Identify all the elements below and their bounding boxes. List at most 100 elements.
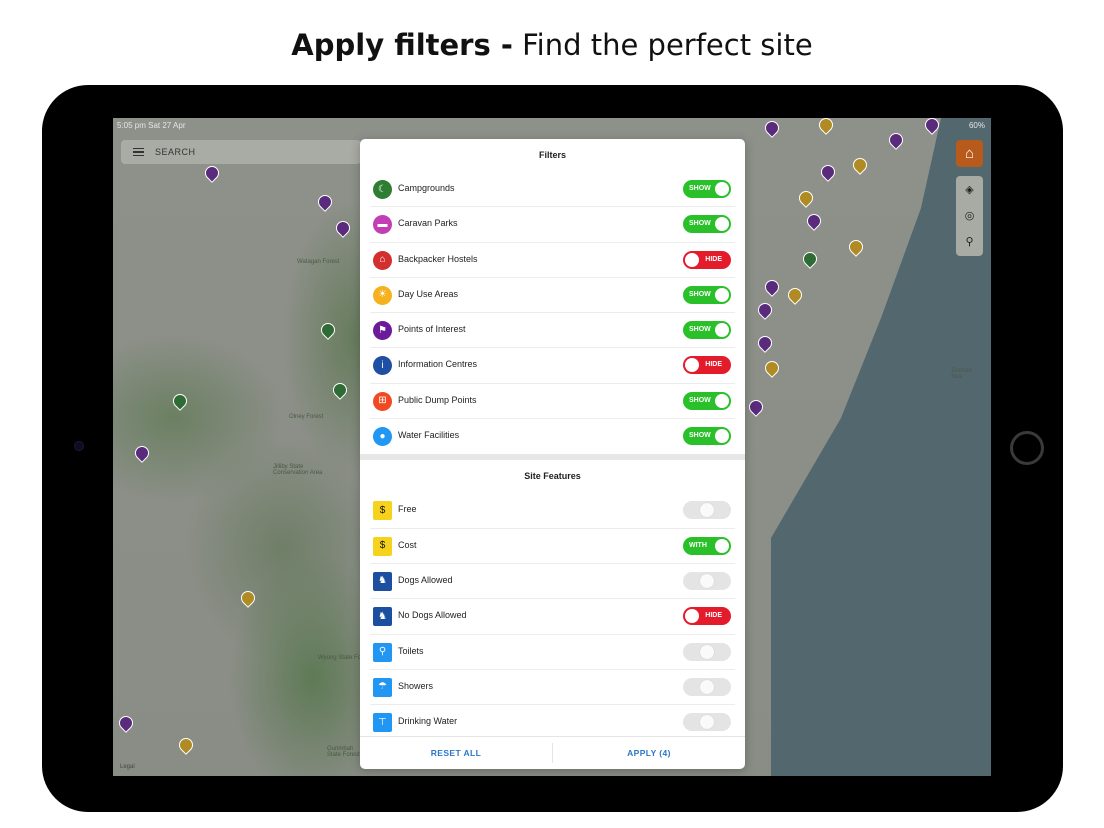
map-tools: ◈ ◎ ⚲	[956, 176, 983, 256]
feature-label: Cost	[398, 539, 417, 550]
dump-icon: ⊞	[373, 391, 392, 411]
flag-icon: ⚑	[373, 321, 392, 341]
filter-label: Points of Interest	[398, 324, 466, 335]
filter-row[interactable]: i Information Centres HIDE	[370, 348, 735, 384]
modal-footer: RESET ALL APPLY (4)	[360, 736, 745, 769]
dog-icon: ♞	[373, 571, 392, 591]
tent-icon: ☾	[373, 180, 392, 199]
filter-row[interactable]: ● Water Facilities SHOW	[370, 419, 735, 454]
search-bar[interactable]: SEARCH	[121, 140, 361, 164]
feature-label: Toilets	[398, 645, 424, 656]
toggle-state-text: WITH	[689, 541, 707, 549]
home-icon[interactable]: ⌂	[956, 140, 983, 167]
shower-icon: ☂	[373, 677, 392, 697]
filters-title: Filters	[538, 150, 566, 160]
site-features-title: Site Features	[524, 471, 581, 482]
reset-all-button[interactable]: RESET ALL	[360, 737, 552, 769]
filter-label: Caravan Parks	[398, 218, 458, 229]
filter-toggle[interactable]: HIDE	[683, 250, 731, 269]
dollar-icon: $	[373, 536, 392, 556]
map-label: Watagan Forest	[297, 259, 340, 265]
filter-label: Water Facilities	[398, 430, 460, 441]
camera-icon	[74, 441, 84, 451]
feature-toggle[interactable]: HIDE	[683, 607, 731, 626]
toggle-knob	[685, 358, 699, 373]
caravan-icon: ▬	[373, 215, 392, 235]
filter-label: Backpacker Hostels	[398, 253, 478, 264]
site-features-list[interactable]: $ Free $ Cost WITH ♞ Dogs Allowed ♞ No Dogs Allo…	[360, 493, 745, 738]
toggle-knob	[700, 679, 714, 694]
headline-rest: Find the perfect site	[522, 28, 813, 62]
toggle-knob	[715, 538, 729, 553]
apply-button[interactable]: APPLY (4)	[553, 737, 745, 769]
toggle-knob	[715, 217, 729, 232]
feature-toggle[interactable]	[683, 642, 731, 661]
map-label: Olney Forest	[289, 414, 324, 420]
no-dog-icon: ♞	[373, 607, 392, 627]
filter-toggle[interactable]: SHOW	[683, 321, 731, 340]
headline-bold: Apply filters -	[291, 28, 513, 62]
toggle-state-text: SHOW	[689, 185, 711, 192]
filter-row[interactable]: ⚑ Points of Interest SHOW	[370, 313, 735, 349]
toggle-state-text: SHOW	[689, 432, 711, 440]
filter-row[interactable]: ☾ Campgrounds SHOW	[370, 172, 735, 208]
feature-toggle[interactable]	[683, 501, 731, 520]
filter-label: Day Use Areas	[398, 288, 459, 299]
toggle-state-text: HIDE	[705, 361, 722, 369]
feature-label: Free	[398, 504, 417, 515]
feature-toggle[interactable]	[683, 677, 731, 696]
toggle-state-text: SHOW	[689, 396, 711, 404]
feature-toggle[interactable]: WITH	[683, 536, 731, 555]
filter-toggle[interactable]: SHOW	[683, 427, 731, 446]
toggle-knob	[715, 323, 729, 338]
feature-row[interactable]: ☂ Showers	[370, 670, 735, 706]
search-label: SEARCH	[155, 147, 196, 157]
filter-row[interactable]: ▬ Caravan Parks SHOW	[370, 207, 735, 243]
filter-toggle[interactable]: HIDE	[683, 356, 731, 375]
toggle-knob	[715, 393, 729, 408]
toggle-knob	[700, 644, 714, 659]
hostel-icon: ⌂	[373, 250, 392, 270]
status-time: 5:05 pm Sat 27 Apr	[117, 121, 186, 130]
sun-icon: ☀	[373, 285, 392, 305]
water-drop-icon: ●	[373, 427, 392, 447]
info-icon: i	[373, 356, 392, 376]
feature-label: Showers	[398, 680, 434, 691]
filter-label: Information Centres	[398, 359, 478, 370]
toggle-state-text: SHOW	[689, 290, 711, 298]
feature-toggle[interactable]	[683, 713, 731, 732]
toggle-knob	[700, 573, 714, 588]
pin-icon[interactable]: ⚲	[956, 228, 983, 254]
status-battery: 60%	[968, 121, 985, 130]
filter-row[interactable]: ☀ Day Use Areas SHOW	[370, 278, 735, 314]
device-home-button[interactable]	[1010, 431, 1044, 465]
filter-row[interactable]: ⊞ Public Dump Points SHOW	[370, 384, 735, 420]
feature-label: No Dogs Allowed	[398, 610, 467, 621]
toggle-knob	[685, 609, 699, 624]
feature-row[interactable]: ⚲ Toilets	[370, 635, 735, 670]
filter-toggle[interactable]: SHOW	[683, 215, 731, 234]
feature-row[interactable]: ⊤ Drinking Water	[370, 705, 735, 738]
toggle-knob	[685, 252, 699, 267]
locate-icon[interactable]: ◎	[956, 202, 983, 228]
tap-icon: ⊤	[373, 713, 392, 733]
filter-toggle[interactable]: SHOW	[683, 180, 731, 198]
feature-row[interactable]: ♞ Dogs Allowed	[370, 564, 735, 600]
feature-row[interactable]: $ Free	[370, 493, 735, 529]
filter-toggle[interactable]: SHOW	[683, 285, 731, 304]
feature-toggle[interactable]	[683, 571, 731, 590]
toggle-state-text: SHOW	[689, 220, 711, 228]
toggle-knob	[700, 503, 714, 518]
layers-icon[interactable]: ◈	[956, 176, 983, 202]
map-legal-link[interactable]: Legal	[120, 764, 135, 770]
filter-toggle[interactable]: SHOW	[683, 391, 731, 410]
filter-row[interactable]: ⌂ Backpacker Hostels HIDE	[370, 243, 735, 278]
feature-row[interactable]: $ Cost WITH	[370, 529, 735, 564]
toggle-state-text: HIDE	[705, 612, 722, 620]
feature-label: Drinking Water	[398, 716, 458, 727]
menu-icon[interactable]	[133, 148, 144, 156]
feature-row[interactable]: ♞ No Dogs Allowed HIDE	[370, 599, 735, 635]
toggle-knob	[715, 182, 729, 196]
toggle-knob	[715, 429, 729, 444]
filter-label: Public Dump Points	[398, 394, 477, 405]
